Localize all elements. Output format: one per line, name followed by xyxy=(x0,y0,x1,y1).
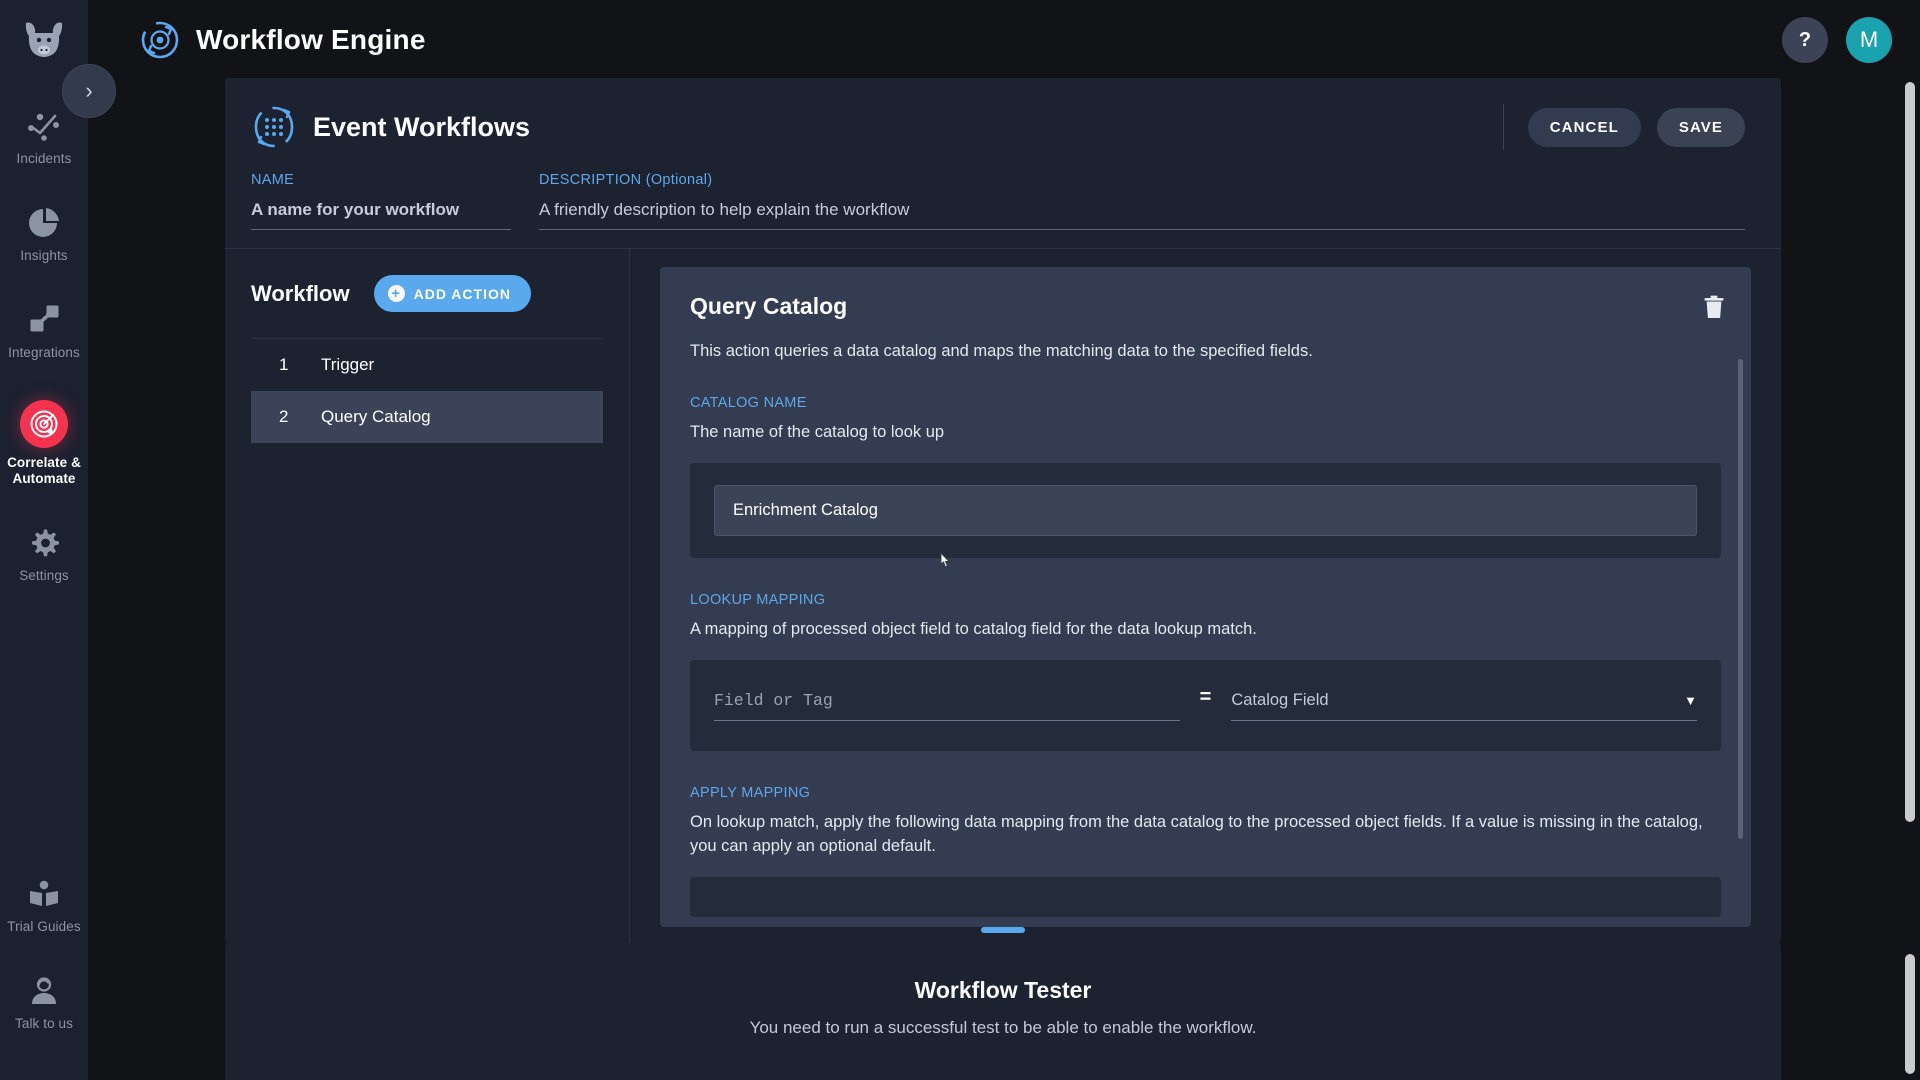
workflow-tester-title: Workflow Tester xyxy=(914,977,1092,1003)
action-detail-column: Query Catalog This action queries a data… xyxy=(630,249,1781,943)
panel-header-actions: CANCEL SAVE xyxy=(1502,104,1745,150)
catalog-name-label: CATALOG NAME xyxy=(690,395,807,411)
top-bar: Workflow Engine ? M xyxy=(88,0,1920,80)
workflow-name-input[interactable] xyxy=(251,198,511,230)
sidebar-item-label: Settings xyxy=(19,567,69,583)
sidebar-item-label: Incidents xyxy=(16,151,72,166)
sidebar-item-trial-guides[interactable]: Trial Guides xyxy=(0,864,88,945)
sidebar-item-integrations[interactable]: Integrations xyxy=(0,290,88,371)
workflow-description-field-group: DESCRIPTION (Optional) xyxy=(539,172,1745,230)
catalog-name-selected-value: Enrichment Catalog xyxy=(733,500,878,519)
name-label: NAME xyxy=(251,172,295,188)
sidebar-item-label: Integrations xyxy=(8,345,80,361)
step-number: 1 xyxy=(279,355,289,374)
chevron-right-icon: › xyxy=(85,78,93,103)
support-agent-icon xyxy=(26,973,62,1009)
equals-sign: = xyxy=(1199,685,1212,708)
panel-header: Event Workflows CANCEL SAVE xyxy=(225,78,1781,172)
lookup-mapping-row: = Catalog Field ▼ xyxy=(690,659,1721,751)
workflow-section-title: Workflow xyxy=(251,280,350,306)
apply-mapping-label: APPLY MAPPING xyxy=(690,784,811,801)
workflow-tester-subtitle: You need to run a successful test to be … xyxy=(749,1018,1257,1037)
step-label: Trigger xyxy=(321,355,375,374)
avatar[interactable]: M xyxy=(1846,17,1892,63)
sidebar-bottom-items: Trial Guides Talk to us xyxy=(0,864,88,1080)
avatar-initial: M xyxy=(1859,27,1879,52)
pie-chart-icon xyxy=(26,205,62,241)
divider xyxy=(1502,104,1504,150)
catalog-name-description: The name of the catalog to look up xyxy=(690,423,945,441)
top-bar-actions: ? M xyxy=(1782,17,1892,63)
sidebar-item-correlate-automate[interactable]: Correlate & Automate xyxy=(0,388,88,497)
plus-circle-icon: + xyxy=(387,285,405,302)
step-number: 2 xyxy=(279,407,289,426)
workflow-step-query-catalog[interactable]: 2 Query Catalog xyxy=(251,391,603,443)
add-action-button[interactable]: + ADD ACTION xyxy=(373,275,531,312)
app-title: Workflow Engine xyxy=(196,24,426,55)
trash-icon[interactable] xyxy=(1703,295,1725,324)
query-catalog-action-card: Query Catalog This action queries a data… xyxy=(660,267,1751,927)
sidebar-item-label: Trial Guides xyxy=(7,918,81,934)
sidebar-items: Incidents Insights Integrations Correlat… xyxy=(0,96,88,610)
app-root: Incidents Insights Integrations Correlat… xyxy=(0,0,1920,1080)
sidebar-item-settings[interactable]: Settings xyxy=(0,513,88,594)
gear-icon xyxy=(26,525,62,561)
lookup-mapping-label: LOOKUP MAPPING xyxy=(690,591,826,608)
description-label: DESCRIPTION (Optional) xyxy=(539,172,713,188)
workflow-steps-column: Workflow + ADD ACTION 1 Trigger 2 Query … xyxy=(225,249,630,943)
panel-body: Workflow + ADD ACTION 1 Trigger 2 Query … xyxy=(225,249,1781,943)
sidebar-item-label: Insights xyxy=(20,248,68,264)
catalog-field-group: Catalog Field ▼ xyxy=(1231,687,1697,721)
question-mark-icon: ? xyxy=(1798,28,1812,51)
page-scrollbar-thumb[interactable] xyxy=(1905,82,1915,822)
action-description: This action queries a data catalog and m… xyxy=(690,342,1313,360)
apply-mapping-inset xyxy=(690,876,1721,917)
sidebar-item-label: Correlate & Automate xyxy=(7,454,81,486)
workflow-name-field-group: NAME xyxy=(251,172,511,230)
workflow-step-list: 1 Trigger 2 Query Catalog xyxy=(251,338,603,443)
page-title: Event Workflows xyxy=(313,111,531,142)
apply-mapping-description: On lookup match, apply the following dat… xyxy=(690,812,1703,855)
catalog-name-select[interactable]: Enrichment Catalog xyxy=(714,484,1697,536)
catalog-name-inset: Enrichment Catalog xyxy=(690,462,1721,558)
save-button[interactable]: SAVE xyxy=(1656,107,1745,147)
catalog-field-select[interactable]: Catalog Field ▼ xyxy=(1231,687,1697,721)
lookup-mapping-description: A mapping of processed object field to c… xyxy=(690,619,1257,638)
drag-handle-icon[interactable] xyxy=(981,927,1025,933)
cow-head-logo-icon[interactable] xyxy=(16,14,72,64)
mouse-cursor-pointer-icon xyxy=(938,551,956,574)
action-card-scrollbar[interactable] xyxy=(1738,359,1743,839)
sheet-scrollbar-thumb[interactable] xyxy=(1905,954,1915,1074)
catalog-field-placeholder: Catalog Field xyxy=(1231,690,1329,709)
event-workflows-icon xyxy=(251,104,297,150)
incidents-nodes-icon xyxy=(26,108,62,144)
workflow-engine-icon xyxy=(140,20,180,60)
sidebar-expand-toggle[interactable]: › xyxy=(62,64,116,118)
workflow-tester-sheet: Workflow Tester You need to run a succes… xyxy=(225,927,1781,1080)
event-workflows-panel: Event Workflows CANCEL SAVE NAME DESCRIP… xyxy=(225,78,1781,943)
step-label: Query Catalog xyxy=(321,407,431,426)
sidebar-item-insights[interactable]: Insights xyxy=(0,193,88,274)
add-action-label: ADD ACTION xyxy=(413,285,511,302)
open-book-icon xyxy=(26,876,62,912)
action-title: Query Catalog xyxy=(690,293,848,319)
workflow-description-input[interactable] xyxy=(539,198,1745,230)
sidebar-item-label: Talk to us xyxy=(14,1015,74,1031)
workflow-step-trigger[interactable]: 1 Trigger xyxy=(251,339,603,391)
help-button[interactable]: ? xyxy=(1782,17,1828,63)
field-or-tag-input[interactable] xyxy=(714,686,1180,721)
cancel-button[interactable]: CANCEL xyxy=(1527,107,1641,147)
workflow-meta-row: NAME DESCRIPTION (Optional) xyxy=(225,172,1781,249)
field-or-tag-field-group xyxy=(714,686,1180,721)
integrations-link-icon xyxy=(26,302,62,338)
radar-target-icon xyxy=(20,399,68,448)
sidebar: Incidents Insights Integrations Correlat… xyxy=(0,0,88,1080)
chevron-down-icon: ▼ xyxy=(1684,692,1697,708)
workflow-steps-header: Workflow + ADD ACTION xyxy=(251,275,603,312)
sidebar-item-talk-to-us[interactable]: Talk to us xyxy=(0,961,88,1042)
